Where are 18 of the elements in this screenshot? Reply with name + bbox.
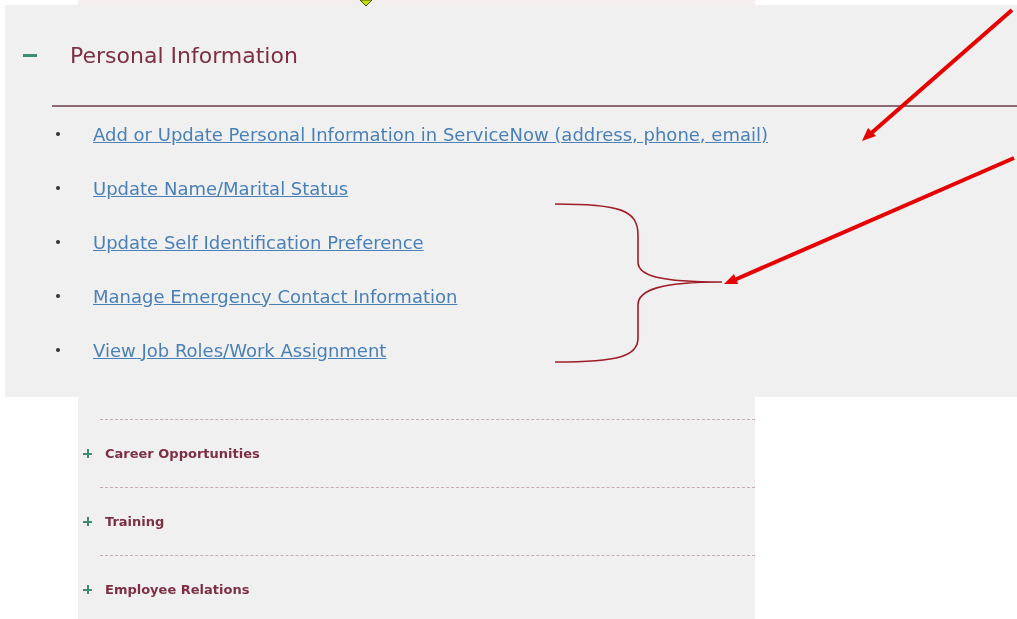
bullet-icon [56,240,60,244]
bullet-icon [56,132,60,136]
bullet-icon [56,186,60,190]
plus-icon[interactable] [83,585,92,594]
link[interactable]: Manage Emergency Contact Information [93,285,458,307]
link[interactable]: Add or Update Personal Information in ServiceNow (address, phone, email) [93,123,768,145]
bullet-icon [56,294,60,298]
link[interactable]: Update Self Identification Preference [93,231,424,253]
plus-icon[interactable] [83,449,92,458]
link[interactable]: Update Name/Marital Status [93,177,349,199]
section-title[interactable]: Employee Relations [105,582,250,597]
pointer-icon [359,0,373,7]
bullet-icon [56,348,60,352]
link[interactable]: View Job Roles/Work Assignment [93,339,387,361]
section-title[interactable]: Training [105,514,165,529]
plus-icon[interactable] [83,517,92,526]
section-title[interactable]: Career Opportunities [105,446,260,461]
section-title[interactable]: Personal Information [70,42,298,68]
